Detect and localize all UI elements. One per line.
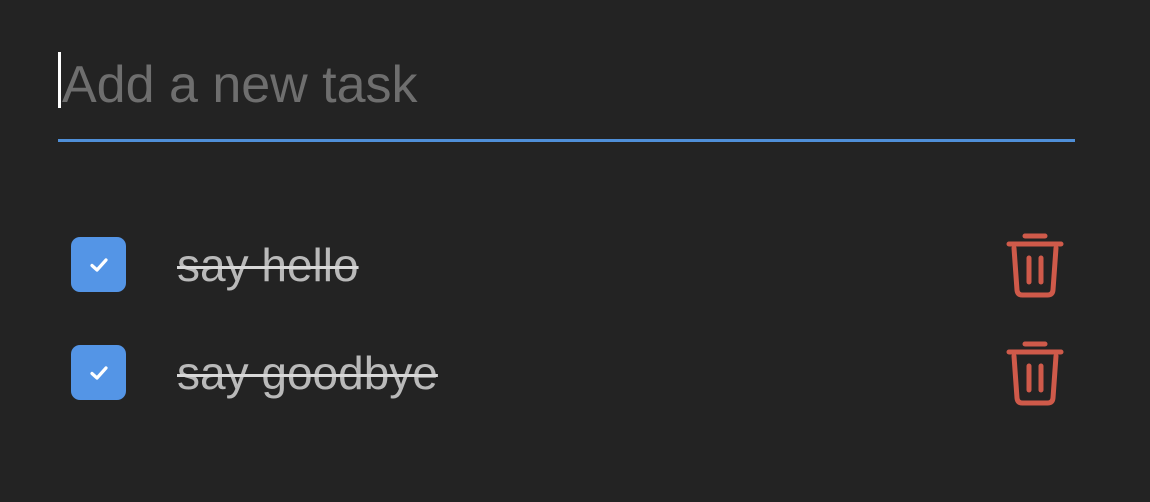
check-icon bbox=[89, 365, 108, 380]
todo-app: say hello say goodbye bbox=[0, 0, 1150, 502]
delete-task-button[interactable] bbox=[1003, 228, 1067, 300]
task-label: say goodbye bbox=[177, 347, 438, 399]
task-checkbox[interactable] bbox=[71, 345, 126, 400]
new-task-input[interactable] bbox=[58, 50, 1079, 120]
task-item: say goodbye bbox=[0, 328, 1150, 418]
trash-icon bbox=[1006, 233, 1064, 298]
new-task-field-container bbox=[58, 40, 1079, 142]
trash-icon bbox=[1006, 341, 1064, 406]
task-label: say hello bbox=[177, 239, 359, 291]
delete-task-button[interactable] bbox=[1003, 336, 1067, 408]
check-icon bbox=[89, 257, 108, 272]
task-item: say hello bbox=[0, 220, 1150, 310]
task-checkbox[interactable] bbox=[71, 237, 126, 292]
text-caret bbox=[58, 52, 61, 108]
